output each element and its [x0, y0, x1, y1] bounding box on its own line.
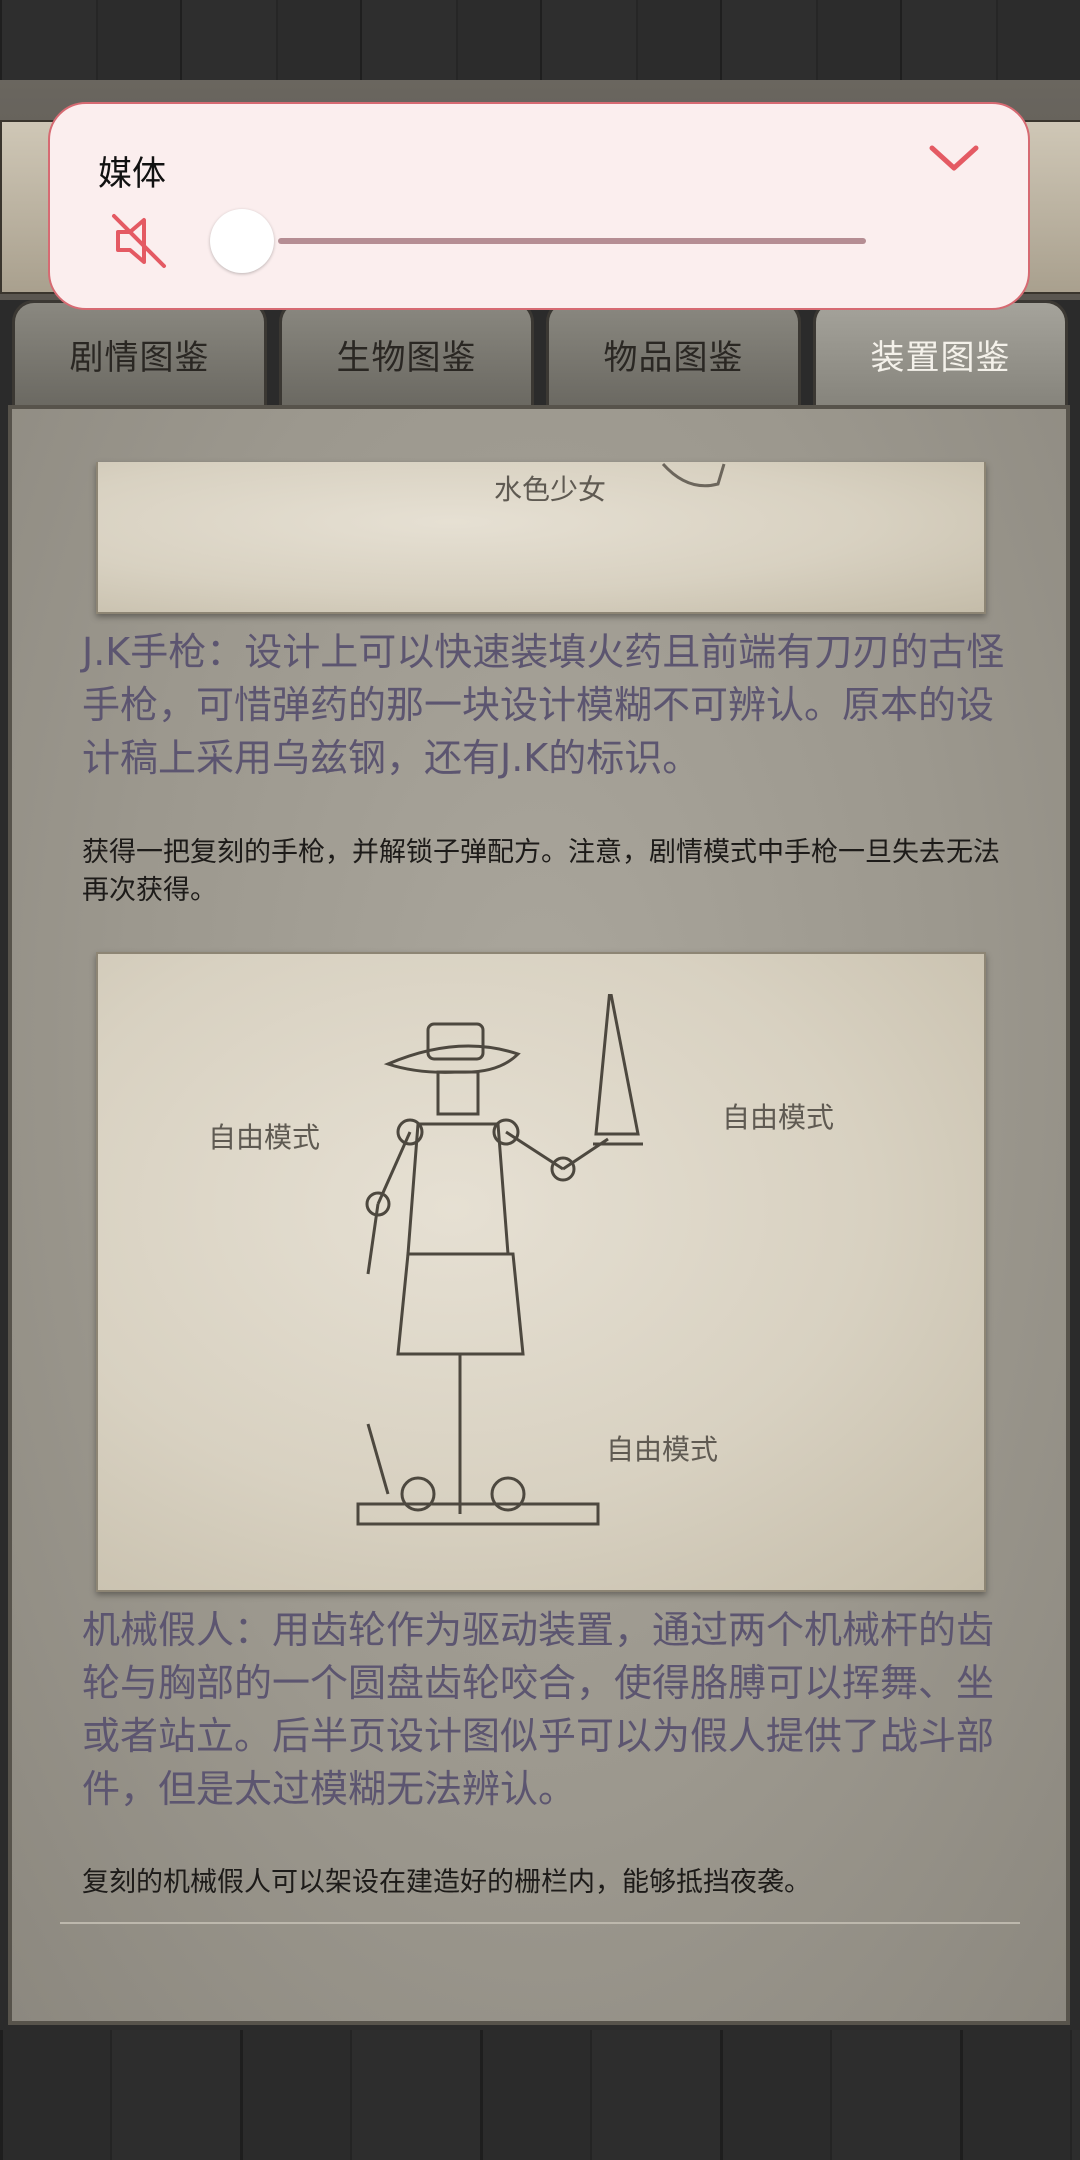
chevron-down-icon[interactable]: [924, 138, 984, 178]
volume-slider-track[interactable]: [278, 238, 866, 244]
entry-title: 机械假人：用齿轮作为驱动装置，通过两个机械杆的齿轮与胸部的一个圆盘齿轮咬合，使得…: [82, 1608, 995, 1811]
entry-image-pistol: 水色少女: [96, 462, 986, 614]
tab-label: 剧情图鉴: [69, 337, 210, 378]
tab-devices[interactable]: 装置图鉴: [813, 300, 1068, 405]
tab-story[interactable]: 剧情图鉴: [12, 300, 267, 405]
volume-mute-icon[interactable]: [108, 210, 170, 272]
dummy-sketch-icon: [356, 994, 643, 1526]
image-label: 自由模式: [208, 1121, 321, 1154]
tab-label: 生物图鉴: [336, 337, 477, 378]
image-label: 水色少女: [494, 473, 607, 506]
entry-image-mechanical-dummy: 自由模式 自由模式 自由模式: [96, 952, 986, 1592]
media-title: 媒体: [98, 154, 166, 194]
top-wood-frame: [0, 0, 1080, 80]
tab-items[interactable]: 物品图鉴: [546, 300, 801, 405]
entry-subtitle: 获得一把复刻的手枪，并解锁子弹配方。注意，剧情模式中手枪一旦失去无法再次获得。: [82, 837, 1000, 906]
entry-subtitle: 复刻的机械假人可以架设在建造好的栅栏内，能够抵挡夜袭。: [82, 1867, 811, 1898]
page-divider: [60, 1922, 1020, 1924]
tab-creatures[interactable]: 生物图鉴: [279, 300, 534, 405]
tab-label: 装置图鉴: [870, 337, 1011, 378]
tab-label: 物品图鉴: [603, 337, 744, 378]
volume-slider-thumb[interactable]: [210, 209, 274, 273]
media-volume-panel: 媒体: [48, 102, 1030, 310]
bottom-wood-frame: [0, 2030, 1080, 2160]
entry-title: J.K手枪：设计上可以快速装填火药且前端有刀刃的古怪手枪，可惜弹药的那一块设计模…: [82, 630, 1005, 780]
sketch-fragment-icon: [661, 463, 726, 488]
